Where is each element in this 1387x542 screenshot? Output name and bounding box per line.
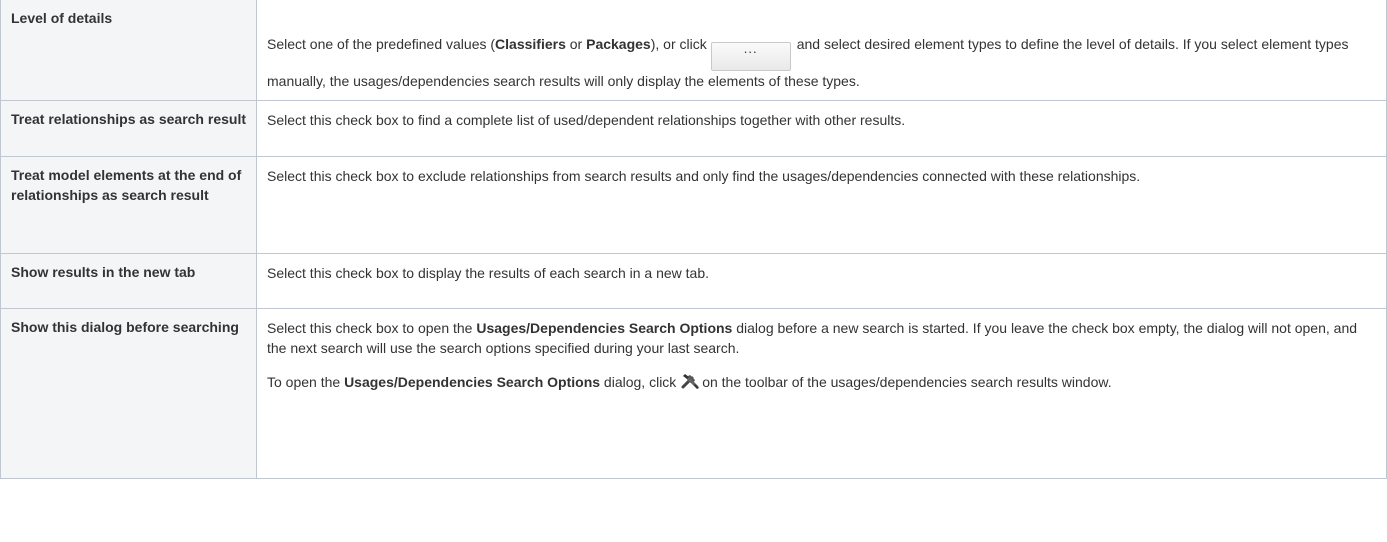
- more-button-image: ...: [710, 42, 791, 71]
- option-description: Select one of the predefined values (Cla…: [256, 0, 1387, 101]
- tools-icon: [680, 372, 702, 390]
- options-table: Level of details Select one of the prede…: [0, 0, 1387, 479]
- option-description: Select this check box to display the res…: [256, 253, 1387, 309]
- option-name: Show results in the new tab: [0, 253, 257, 309]
- table-row: Level of details Select one of the prede…: [0, 0, 1387, 101]
- desc-text: ), or click: [650, 36, 707, 52]
- option-description: Select this check box to exclude relatio…: [256, 156, 1387, 254]
- desc-bold: Packages: [586, 36, 651, 52]
- desc-text: Select this check box to open the: [267, 320, 477, 336]
- desc-bold: Usages/Dependencies Search Options: [476, 320, 733, 336]
- desc-bold: Classifiers: [495, 36, 566, 52]
- desc-paragraph: To open the Usages/Dependencies Search O…: [267, 372, 1376, 392]
- table-row: Show results in the new tab Select this …: [0, 253, 1387, 309]
- option-name: Level of details: [0, 0, 257, 101]
- desc-text: To open the: [267, 374, 345, 390]
- option-name: Show this dialog before searching: [0, 308, 257, 479]
- desc-text: Select one of the predefined values (: [267, 36, 496, 52]
- desc-text: on the toolbar of the usages/dependencie…: [702, 374, 1112, 390]
- table-row: Treat model elements at the end of relat…: [0, 156, 1387, 254]
- desc-paragraph: Select this check box to open the Usages…: [267, 318, 1376, 358]
- option-description: Select this check box to open the Usages…: [256, 308, 1387, 479]
- desc-text: or: [565, 36, 587, 52]
- option-name: Treat relationships as search result: [0, 100, 257, 157]
- table-row: Show this dialog before searching Select…: [0, 308, 1387, 479]
- option-description: Select this check box to find a complete…: [256, 100, 1387, 157]
- table-row: Treat relationships as search result Sel…: [0, 100, 1387, 157]
- option-name: Treat model elements at the end of relat…: [0, 156, 257, 254]
- desc-bold: Usages/Dependencies Search Options: [344, 374, 601, 390]
- desc-text: dialog, click: [600, 374, 677, 390]
